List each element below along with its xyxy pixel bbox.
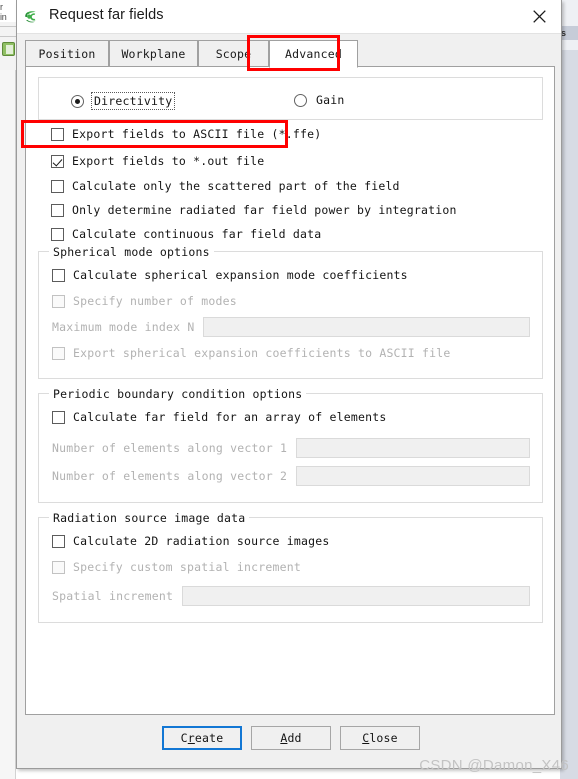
dialog-title: Request far fields (49, 7, 164, 23)
elements-vector-2-input (296, 466, 530, 486)
checkbox-export-out-file[interactable]: Export fields to *.out file (51, 154, 264, 168)
close-button-post: lose (369, 731, 398, 745)
checkbox-indicator (52, 410, 65, 424)
background-strip (560, 0, 578, 26)
close-button-accel: C (362, 731, 370, 745)
create-button[interactable]: Cr eate (162, 726, 242, 750)
tab-advanced[interactable]: Advanced (269, 40, 358, 68)
checkbox-label: Export fields to ASCII file (*.ffe) (72, 127, 322, 141)
checkbox-indicator (51, 154, 64, 168)
field-label: Number of elements along vector 2 (52, 469, 288, 483)
background-divider (0, 26, 16, 27)
checkbox-calculate-spherical-coefficients[interactable]: Calculate spherical expansion mode coeff… (52, 268, 408, 282)
add-button-accel: A (280, 731, 288, 745)
checkbox-calculate-far-field-array[interactable]: Calculate far field for an array of elem… (52, 410, 386, 424)
field-label: Number of elements along vector 1 (52, 441, 288, 455)
checkbox-label: Calculate 2D radiation source images (73, 534, 330, 548)
spherical-mode-options-group: Spherical mode options Calculate spheric… (38, 245, 543, 379)
checkbox-calculate-2d-radiation-source-images[interactable]: Calculate 2D radiation source images (52, 534, 329, 548)
background-left-text-1: r (0, 2, 3, 12)
feko-icon (23, 9, 40, 25)
checkbox-indicator (51, 179, 64, 193)
checkbox-label: Export spherical expansion coefficients … (73, 346, 451, 360)
elements-vector-1-input (296, 438, 530, 458)
watermark: CSDN @Damon_X46 (419, 757, 569, 774)
tab-position[interactable]: Position (25, 40, 109, 67)
checkbox-scattered-part[interactable]: Calculate only the scattered part of the… (51, 179, 400, 193)
checkbox-export-ascii-ffe[interactable]: Export fields to ASCII file (*.ffe) (51, 127, 321, 141)
field-label: Spatial increment (52, 589, 174, 603)
request-far-fields-dialog: Request far fields Position Workplane Sc… (16, 0, 562, 769)
checkbox-specify-custom-spatial-increment: Specify custom spatial increment (52, 560, 301, 574)
checkbox-label: Specify custom spatial increment (73, 560, 301, 574)
checkbox-continuous-far-field[interactable]: Calculate continuous far field data (51, 227, 321, 241)
checkbox-indicator (52, 534, 65, 548)
maximum-mode-index-input (203, 317, 530, 337)
radio-gain[interactable]: Gain (294, 92, 347, 108)
background-strip (560, 40, 578, 50)
radio-gain-label: Gain (316, 93, 345, 107)
checkbox-indicator (51, 127, 64, 141)
background-green-icon (2, 42, 15, 56)
background-strip (560, 50, 578, 779)
spatial-increment-input (182, 586, 530, 606)
background-app-left-sliver: r in (0, 0, 16, 779)
checkbox-label: Calculate only the scattered part of the… (72, 179, 400, 193)
checkbox-label: Calculate spherical expansion mode coeff… (73, 268, 408, 282)
checkbox-label: Only determine radiated far field power … (72, 203, 457, 217)
checkbox-indicator (51, 227, 64, 241)
background-left-text-2: in (0, 12, 7, 22)
checkbox-label: Export fields to *.out file (72, 154, 265, 168)
checkbox-label: Calculate continuous far field data (72, 227, 322, 241)
tab-scope[interactable]: Scope (198, 40, 269, 67)
field-quantity-panel: Directivity Gain (38, 77, 543, 120)
radio-gain-indicator (294, 93, 307, 107)
checkbox-indicator (52, 294, 65, 308)
close-button[interactable]: Close (340, 726, 420, 750)
dialog-titlebar: Request far fields (17, 0, 561, 34)
background-panel (0, 70, 16, 779)
group-title: Spherical mode options (49, 245, 214, 259)
close-icon[interactable] (517, 0, 561, 33)
tab-workplane[interactable]: Workplane (109, 40, 198, 67)
checkbox-label: Specify number of modes (73, 294, 237, 308)
radiation-source-image-data-group: Radiation source image data Calculate 2D… (38, 511, 543, 623)
checkbox-indicator (52, 346, 65, 360)
field-row-elements-vector-2: Number of elements along vector 2 (52, 466, 530, 486)
group-title: Periodic boundary condition options (49, 387, 307, 401)
checkbox-indicator (52, 268, 65, 282)
checkbox-indicator (51, 203, 64, 217)
field-row-maximum-mode-index: Maximum mode index N (52, 317, 530, 337)
radio-directivity[interactable]: Directivity (71, 92, 176, 110)
checkbox-label: Calculate far field for an array of elem… (73, 410, 387, 424)
checkbox-export-spherical-coefficients-ascii: Export spherical expansion coefficients … (52, 346, 451, 360)
radio-directivity-indicator (71, 94, 84, 108)
create-button-accel: r (187, 731, 195, 745)
group-title: Radiation source image data (49, 511, 250, 525)
radio-directivity-label: Directivity (91, 92, 176, 110)
periodic-boundary-options-group: Periodic boundary condition options Calc… (38, 387, 543, 503)
field-row-spatial-increment: Spatial increment (52, 586, 530, 606)
checkbox-radiated-power-integration[interactable]: Only determine radiated far field power … (51, 203, 457, 217)
background-divider (0, 36, 16, 37)
advanced-tab-page: Directivity Gain Export fields to ASCII … (25, 66, 555, 715)
tab-strip: Position Workplane Scope Advanced (25, 40, 555, 68)
create-button-pre: C (180, 731, 188, 745)
add-button-post: dd (287, 731, 302, 745)
field-row-elements-vector-1: Number of elements along vector 1 (52, 438, 530, 458)
checkbox-specify-number-of-modes: Specify number of modes (52, 294, 237, 308)
add-button[interactable]: Add (251, 726, 331, 750)
checkbox-indicator (52, 560, 65, 574)
background-app-right-sliver: s (560, 0, 578, 779)
field-label: Maximum mode index N (52, 320, 195, 334)
create-button-post: eate (194, 731, 224, 745)
